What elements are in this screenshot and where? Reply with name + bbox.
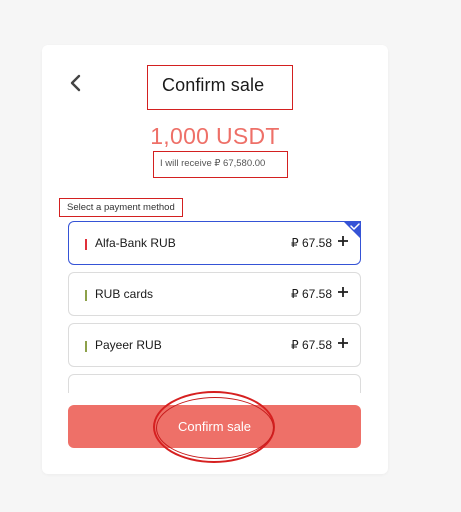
option-indicator bbox=[85, 341, 87, 352]
confirm-sale-card: Confirm sale 1,000 USDT I will receive ₽… bbox=[42, 45, 388, 474]
option-name: Alfa-Bank RUB bbox=[95, 236, 176, 250]
payment-option-alfa-bank[interactable]: Alfa-Bank RUB ₽ 67.58 bbox=[68, 221, 361, 265]
payment-method-list: Alfa-Bank RUB ₽ 67.58 RUB cards ₽ 67.58 … bbox=[68, 221, 362, 393]
option-rate: ₽ 67.58 bbox=[291, 338, 332, 352]
payment-option-rub-cards[interactable]: RUB cards ₽ 67.58 bbox=[68, 272, 361, 316]
receive-amount: I will receive ₽ 67,580.00 bbox=[153, 151, 288, 178]
option-rate: ₽ 67.58 bbox=[291, 236, 332, 250]
payment-method-label: Select a payment method bbox=[59, 198, 183, 217]
payment-option-more[interactable] bbox=[68, 374, 361, 393]
chevron-left-icon bbox=[70, 74, 81, 92]
plus-icon[interactable] bbox=[336, 336, 350, 350]
option-indicator bbox=[85, 239, 87, 250]
check-corner-icon bbox=[343, 221, 361, 239]
payment-option-payeer-rub[interactable]: Payeer RUB ₽ 67.58 bbox=[68, 323, 361, 367]
option-name: RUB cards bbox=[95, 287, 154, 301]
confirm-sale-button[interactable]: Confirm sale bbox=[68, 405, 361, 448]
option-name: Payeer RUB bbox=[95, 338, 162, 352]
confirm-sale-label: Confirm sale bbox=[178, 419, 251, 434]
back-button[interactable] bbox=[66, 72, 86, 94]
plus-icon[interactable] bbox=[336, 285, 350, 299]
sale-amount: 1,000 USDT bbox=[150, 123, 280, 149]
page-title: Confirm sale bbox=[147, 65, 293, 110]
option-indicator bbox=[85, 290, 87, 301]
option-rate: ₽ 67.58 bbox=[291, 287, 332, 301]
